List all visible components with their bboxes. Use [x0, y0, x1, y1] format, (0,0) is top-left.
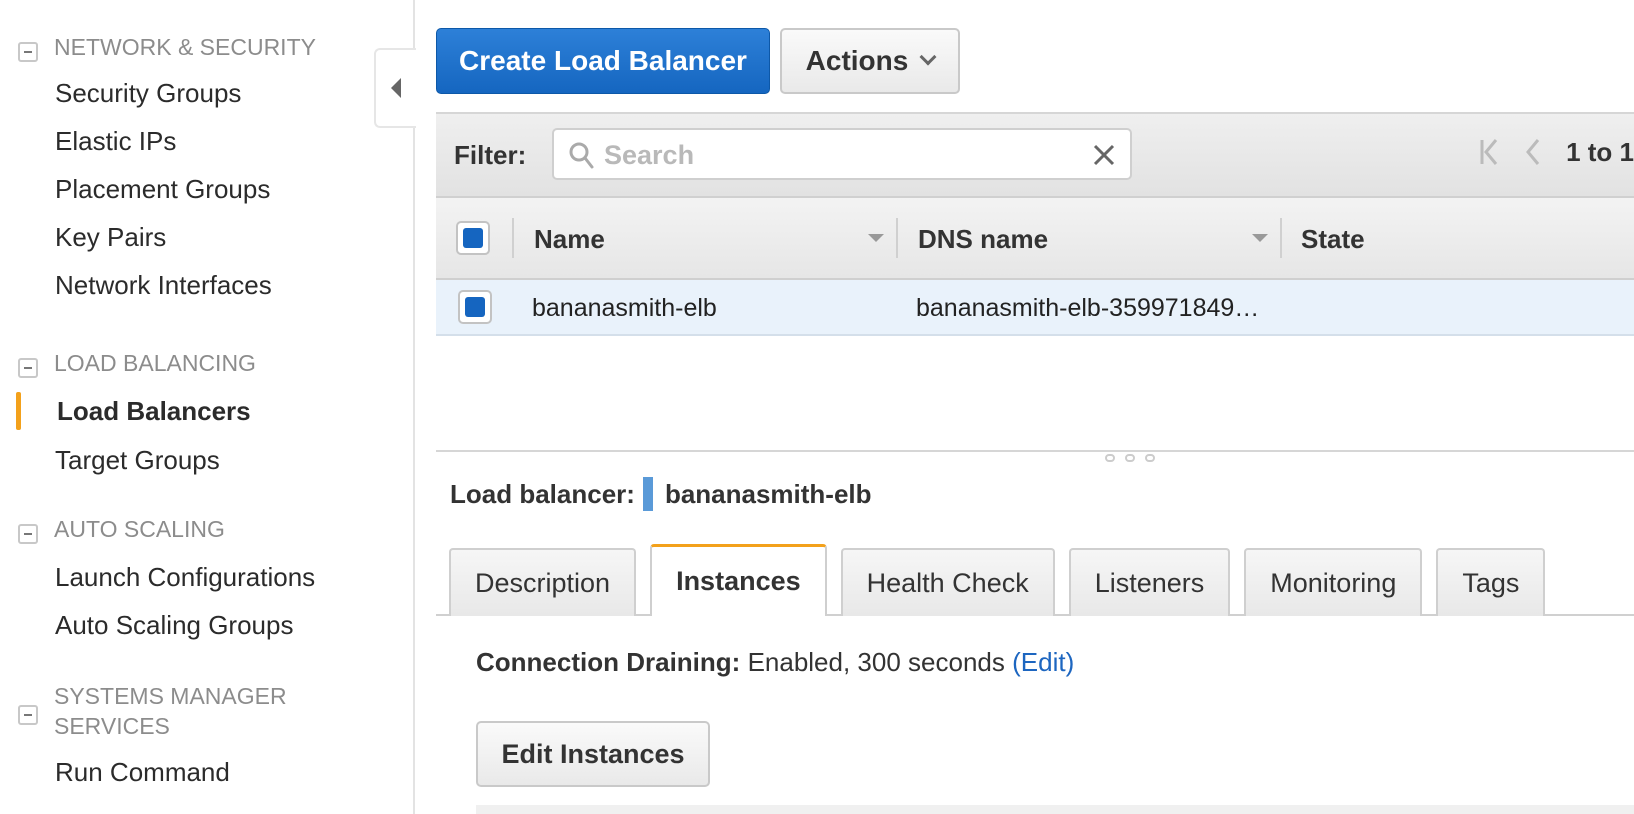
- row-name-cell: bananasmith-elb: [532, 294, 717, 322]
- sidebar-item-run-command[interactable]: Run Command: [55, 754, 230, 790]
- collapse-sidebar-button[interactable]: [374, 48, 416, 128]
- caret-left-icon: [391, 78, 401, 98]
- section-title: SYSTEMS MANAGER SERVICES: [54, 683, 287, 739]
- tab-description[interactable]: Description: [449, 548, 637, 616]
- edit-draining-link[interactable]: (Edit): [1012, 647, 1074, 677]
- sidebar-item-target-groups[interactable]: Target Groups: [55, 442, 220, 478]
- selection-flag-icon: [642, 477, 653, 511]
- column-header-dns-name[interactable]: DNS name: [918, 224, 1048, 255]
- detail-label: Load balancer:: [450, 478, 635, 509]
- column-header-name[interactable]: Name: [534, 224, 605, 255]
- section-title: LOAD BALANCING: [54, 350, 256, 376]
- sidebar-item-network-interfaces[interactable]: Network Interfaces: [55, 267, 272, 303]
- panel-divider: [436, 450, 1634, 452]
- sidebar-item-auto-scaling-groups[interactable]: Auto Scaling Groups: [55, 607, 293, 643]
- close-icon[interactable]: [1092, 143, 1116, 167]
- column-divider: [512, 218, 514, 258]
- section-systems-manager[interactable]: SYSTEMS MANAGER SERVICES: [18, 681, 304, 741]
- detail-name: bananasmith-elb: [664, 478, 872, 509]
- sidebar-item-launch-configurations[interactable]: Launch Configurations: [55, 559, 315, 595]
- filter-label: Filter:: [454, 140, 527, 170]
- actions-label: Actions: [805, 45, 909, 76]
- pagination: 1 to 1: [1478, 134, 1634, 170]
- connection-draining-value: Enabled, 300 seconds: [747, 647, 1005, 677]
- sidebar-item-load-balancers[interactable]: Load Balancers: [57, 393, 251, 429]
- collapse-icon[interactable]: [18, 524, 38, 544]
- main-panel: Create Load Balancer Actions Filter: Sea…: [415, 0, 1634, 814]
- sort-arrow-icon[interactable]: [1252, 234, 1268, 242]
- connection-draining: Connection Draining: Enabled, 300 second…: [476, 647, 1074, 678]
- detail-tabs: Description Instances Health Check Liste…: [449, 544, 1546, 616]
- sidebar-item-elastic-ips[interactable]: Elastic IPs: [55, 123, 176, 159]
- actions-dropdown[interactable]: Actions: [780, 28, 960, 94]
- section-network-security[interactable]: NETWORK & SECURITY: [18, 32, 364, 62]
- search-input[interactable]: [604, 138, 1074, 172]
- collapse-icon[interactable]: [18, 705, 38, 725]
- column-divider: [1280, 218, 1282, 258]
- connection-draining-label: Connection Draining:: [476, 647, 741, 677]
- select-all-checkbox[interactable]: [456, 221, 490, 255]
- collapse-icon[interactable]: [18, 358, 38, 378]
- section-load-balancing[interactable]: LOAD BALANCING: [18, 348, 364, 378]
- column-header-state[interactable]: State: [1301, 224, 1365, 255]
- instances-table-top: [476, 805, 1634, 814]
- table-header: Name DNS name State: [436, 196, 1634, 280]
- section-auto-scaling[interactable]: AUTO SCALING: [18, 514, 364, 544]
- tab-instances[interactable]: Instances: [650, 544, 827, 616]
- sidebar: NETWORK & SECURITY Security Groups Elast…: [0, 0, 415, 814]
- column-divider: [896, 218, 898, 258]
- tab-health-check[interactable]: Health Check: [840, 548, 1055, 616]
- previous-page-icon[interactable]: [1522, 134, 1546, 170]
- first-page-icon[interactable]: [1478, 134, 1502, 170]
- section-title: NETWORK & SECURITY: [54, 34, 316, 60]
- create-load-balancer-button[interactable]: Create Load Balancer: [436, 28, 770, 94]
- sort-arrow-icon[interactable]: [868, 234, 884, 242]
- row-dns-cell: bananasmith-elb-359971849…: [916, 294, 1260, 322]
- tab-tags[interactable]: Tags: [1436, 548, 1546, 616]
- sidebar-item-key-pairs[interactable]: Key Pairs: [55, 219, 166, 255]
- filter-bar: Filter: 1 to 1: [436, 112, 1634, 196]
- chevron-down-icon: [919, 48, 937, 66]
- search-icon: [569, 142, 594, 169]
- resize-handle[interactable]: [1105, 454, 1155, 462]
- table-row[interactable]: bananasmith-elb bananasmith-elb-35997184…: [436, 280, 1634, 336]
- tab-listeners[interactable]: Listeners: [1068, 548, 1231, 616]
- row-checkbox[interactable]: [458, 290, 492, 324]
- edit-instances-button[interactable]: Edit Instances: [476, 721, 710, 787]
- active-indicator: [16, 392, 21, 430]
- collapse-icon[interactable]: [18, 42, 38, 62]
- search-box[interactable]: [552, 128, 1132, 180]
- section-title: AUTO SCALING: [54, 516, 225, 542]
- sidebar-item-security-groups[interactable]: Security Groups: [55, 75, 241, 111]
- tab-monitoring[interactable]: Monitoring: [1244, 548, 1423, 616]
- pagination-text: 1 to 1: [1566, 136, 1634, 167]
- sidebar-item-placement-groups[interactable]: Placement Groups: [55, 171, 270, 207]
- detail-heading: Load balancer: bananasmith-elb: [450, 477, 872, 511]
